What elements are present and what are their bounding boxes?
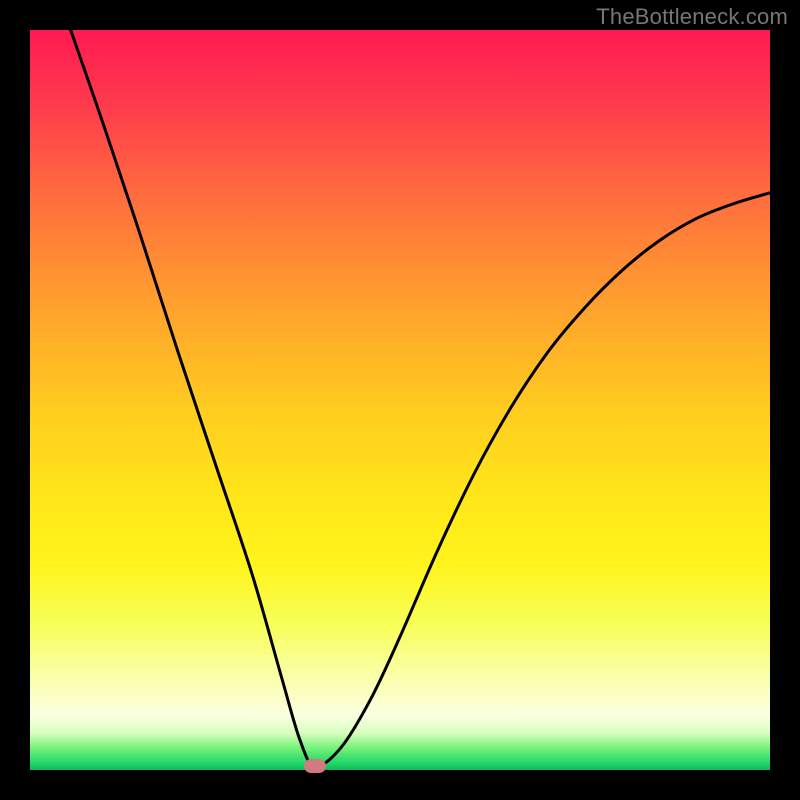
bottleneck-curve (30, 30, 770, 770)
plot-area (30, 30, 770, 770)
watermark-text: TheBottleneck.com (596, 4, 788, 30)
chart-frame: TheBottleneck.com (0, 0, 800, 800)
optimal-point-marker (304, 759, 326, 773)
